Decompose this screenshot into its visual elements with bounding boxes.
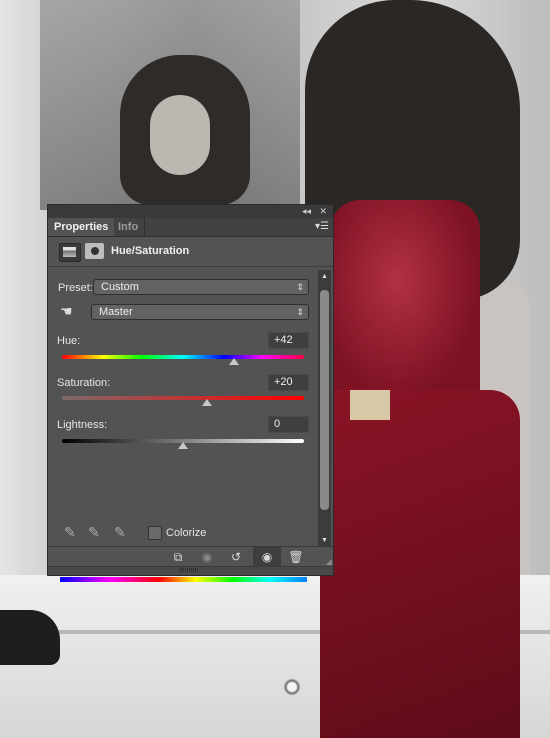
close-icon[interactable]: ✕: [319, 205, 327, 218]
updown-icon: ⇕: [296, 282, 304, 292]
eyedropper-plus-icon[interactable]: ✎: [88, 524, 100, 541]
hue-slider-handle[interactable]: [229, 358, 239, 365]
adjustment-controls: Preset: Custom ⇕ ☚ Master ⇕ Hue: +42 Sat…: [48, 268, 318, 582]
lightness-slider-handle[interactable]: [178, 442, 188, 449]
hue-label: Hue:: [57, 335, 81, 347]
lightness-label: Lightness:: [57, 419, 108, 431]
saturation-value-input[interactable]: +20: [268, 374, 309, 391]
lightness-value-input[interactable]: 0: [268, 416, 309, 433]
reset-icon[interactable]: ↺: [222, 547, 250, 567]
eyedropper-minus-icon[interactable]: ✎: [114, 524, 126, 541]
mask-icon[interactable]: [85, 243, 104, 259]
scroll-up-icon[interactable]: ▲: [318, 272, 331, 282]
scrollbar-thumb[interactable]: [320, 290, 329, 510]
channel-select[interactable]: Master ⇕: [91, 304, 309, 320]
targeted-adjustment-hand-icon[interactable]: ☚: [60, 303, 73, 320]
panel-menu-icon[interactable]: ▾☰: [315, 221, 329, 232]
preset-value: Custom: [101, 281, 139, 293]
preset-label: Preset:: [58, 282, 93, 294]
saturation-slider-handle[interactable]: [202, 399, 212, 406]
adjustment-title: Hue/Saturation: [111, 245, 190, 257]
hue-slider[interactable]: [62, 355, 304, 359]
delete-trash-icon[interactable]: 🗑: [282, 547, 310, 567]
adjustment-header: Hue/Saturation: [48, 237, 333, 267]
panel-tabs: Properties Info ▾☰: [48, 218, 333, 237]
clip-to-layer-icon[interactable]: ⧉: [164, 547, 192, 567]
eyedropper-icon[interactable]: ✎: [64, 524, 76, 541]
visibility-eye-icon[interactable]: ◉: [253, 547, 281, 567]
panel-drag-handle[interactable]: [48, 566, 333, 575]
saturation-slider[interactable]: [62, 396, 304, 400]
properties-panel: ◂◂ ✕ Properties Info ▾☰ Hue/Saturation P…: [47, 204, 334, 582]
tab-info[interactable]: Info: [112, 218, 146, 236]
channel-value: Master: [99, 306, 133, 318]
panel-scrollbar[interactable]: ▲ ▼: [318, 270, 331, 548]
panel-titlebar[interactable]: ◂◂ ✕: [48, 205, 333, 218]
updown-icon: ⇕: [296, 307, 304, 317]
output-color-bar[interactable]: [60, 577, 307, 582]
panel-footer: ⧉ ◉ ↺ ◉ 🗑: [48, 546, 333, 567]
colorize-label: Colorize: [166, 527, 207, 539]
scroll-down-icon[interactable]: ▼: [318, 536, 331, 546]
view-previous-state-icon[interactable]: ◉: [193, 547, 221, 567]
saturation-label: Saturation:: [57, 377, 111, 389]
collapse-icon[interactable]: ◂◂: [302, 205, 311, 218]
hue-value-input[interactable]: +42: [268, 332, 309, 349]
resize-grip-icon[interactable]: ◢: [326, 557, 332, 566]
colorize-checkbox[interactable]: [148, 526, 162, 540]
adjustment-icon[interactable]: [59, 243, 81, 262]
tab-properties[interactable]: Properties: [48, 218, 115, 236]
preset-select[interactable]: Custom ⇕: [93, 279, 309, 295]
